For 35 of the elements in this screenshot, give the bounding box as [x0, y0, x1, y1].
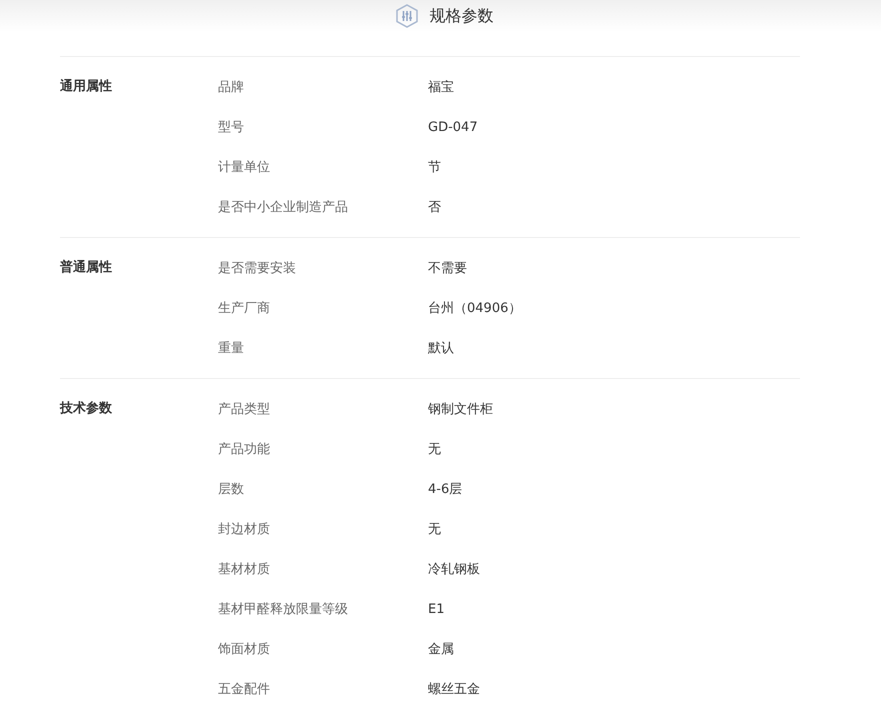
spec-name: 是否中小企业制造产品: [218, 199, 348, 216]
section-title: 规格参数: [430, 6, 494, 26]
spec-value: 4-6层: [428, 481, 462, 498]
spec-name: 基材甲醛释放限量等级: [218, 601, 348, 618]
spec-value: 台州（04906）: [428, 300, 522, 317]
group-label: 普通属性: [60, 258, 112, 277]
spec-value: 螺丝五金: [428, 681, 480, 698]
spec-value: 钢制文件柜: [428, 401, 493, 418]
spec-name: 封边材质: [218, 521, 270, 538]
spec-value: 冷轧钢板: [428, 561, 480, 578]
spec-value: E1: [428, 602, 444, 616]
spec-value: GD-047: [428, 120, 478, 134]
spec-value: 默认: [428, 340, 454, 357]
spec-name: 产品功能: [218, 441, 270, 458]
group-label: 通用属性: [60, 78, 112, 96]
spec-name: 产品类型: [218, 401, 270, 418]
spec-name: 计量单位: [218, 159, 270, 176]
spec-value: 节: [428, 159, 441, 176]
spec-value: 否: [428, 199, 441, 216]
spec-value: 金属: [428, 641, 454, 658]
group-label: 技术参数: [60, 400, 112, 418]
spec-value: 不需要: [428, 260, 467, 277]
spec-name: 是否需要安装: [218, 260, 296, 277]
spec-name: 五金配件: [218, 681, 270, 698]
spec-value: 无: [428, 521, 441, 538]
spec-name: 型号: [218, 119, 244, 136]
spec-value: 无: [428, 441, 441, 458]
spec-name: 基材材质: [218, 561, 270, 578]
spec-name: 重量: [218, 340, 244, 357]
spec-name: 品牌: [218, 79, 244, 96]
sliders-icon: [396, 4, 418, 28]
spec-name: 生产厂商: [218, 300, 270, 317]
spec-name: 层数: [218, 481, 244, 498]
spec-name: 饰面材质: [218, 641, 270, 658]
spec-value: 福宝: [428, 79, 454, 96]
